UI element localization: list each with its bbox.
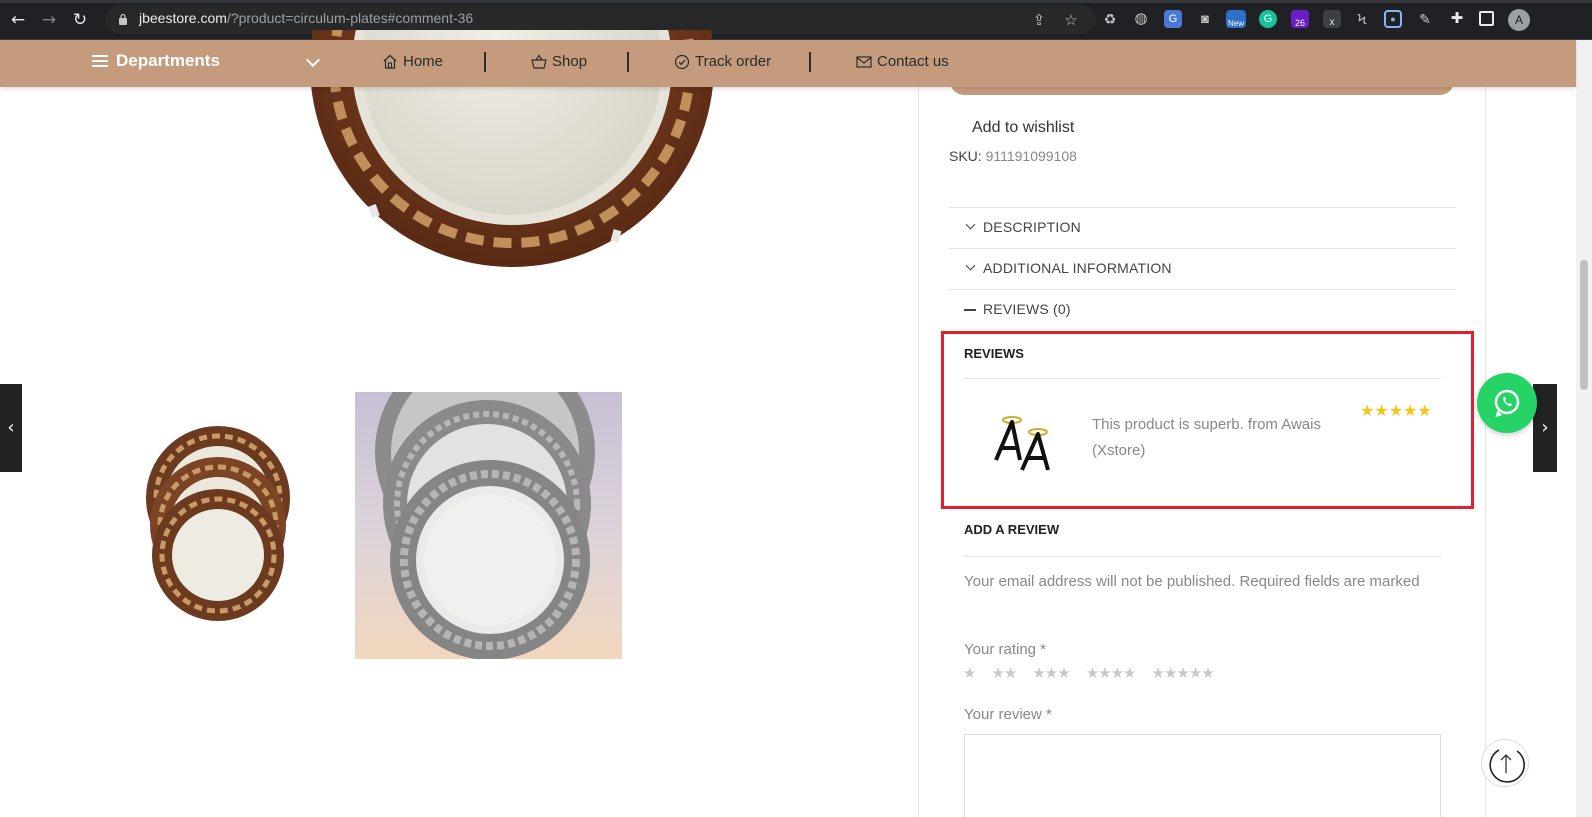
- rating-option-2[interactable]: ★★: [991, 664, 1017, 684]
- nav-home[interactable]: Home: [382, 53, 443, 70]
- nav-contact-us[interactable]: Contact us: [856, 53, 949, 70]
- chevron-down-icon: [965, 260, 976, 271]
- reviewer-avatar: [994, 416, 1050, 471]
- x-extension-icon[interactable]: x: [1323, 10, 1341, 28]
- nav-divider: [809, 52, 811, 72]
- departments-label: Departments: [116, 51, 220, 70]
- s-extension-icon[interactable]: Ϟ: [1353, 10, 1371, 28]
- chevron-down-icon: [965, 219, 976, 230]
- recycle-extension-icon[interactable]: ♻: [1101, 10, 1119, 28]
- column-divider: [918, 87, 919, 817]
- rating-option-5[interactable]: ★★★★★: [1152, 664, 1215, 684]
- sku-label: SKU:: [949, 148, 982, 164]
- scrollbar-thumb[interactable]: [1580, 260, 1588, 390]
- reload-icon[interactable]: ↻: [70, 10, 90, 30]
- profile-avatar[interactable]: A: [1508, 9, 1530, 31]
- forward-icon[interactable]: →: [39, 10, 59, 30]
- share-icon[interactable]: ⇪: [1030, 11, 1048, 29]
- lock-icon: [119, 13, 127, 25]
- add-to-wishlist-link[interactable]: Add to wishlist: [972, 119, 1074, 137]
- reviews-heading: REVIEWS: [964, 346, 1024, 361]
- tab-strip-edge: [0, 0, 1592, 3]
- page-scrollbar[interactable]: [1576, 40, 1592, 817]
- grammarly-icon[interactable]: G: [1259, 10, 1277, 28]
- stacked-plates-image: [146, 426, 290, 621]
- grey-plates-image: [375, 392, 595, 659]
- url-text: jbeestore.com/?product=circulum-plates#c…: [139, 10, 474, 26]
- review-label: Your review *: [964, 706, 1052, 723]
- tab-additional-information[interactable]: ADDITIONAL INFORMATION: [949, 248, 1456, 289]
- home-icon: [383, 54, 397, 69]
- translate-extension-icon[interactable]: G: [1164, 10, 1182, 28]
- rating-option-4[interactable]: ★★★★: [1086, 664, 1137, 684]
- back-to-top-button[interactable]: [1481, 739, 1529, 787]
- globe-extension-icon[interactable]: ◍: [1132, 10, 1150, 28]
- site-header: Departments Home Shop Track order Contac…: [0, 40, 1576, 87]
- tab-description[interactable]: DESCRIPTION: [949, 207, 1456, 248]
- minus-icon: [964, 309, 976, 311]
- check-circle-icon: [674, 54, 690, 69]
- product-thumbnail-2[interactable]: [355, 392, 622, 659]
- screen-extension-icon[interactable]: ●: [1384, 10, 1402, 28]
- basket-icon: [531, 54, 547, 69]
- divider: [964, 378, 1441, 379]
- rating-selector: ★ ★★ ★★★ ★★★★ ★★★★★: [963, 664, 1230, 684]
- departments-menu[interactable]: Departments: [92, 51, 220, 71]
- pen-extension-icon[interactable]: ✎: [1416, 10, 1434, 28]
- rating-option-1[interactable]: ★: [963, 664, 976, 684]
- nav-track-order[interactable]: Track order: [674, 53, 771, 70]
- chevron-down-icon[interactable]: [305, 52, 321, 68]
- nav-divider: [627, 52, 629, 72]
- new-extension-icon[interactable]: New: [1226, 10, 1246, 28]
- bookmark-star-icon[interactable]: ☆: [1062, 11, 1080, 29]
- whatsapp-icon: [1494, 389, 1520, 418]
- envelope-icon: [856, 55, 872, 68]
- add-review-heading: ADD A REVIEW: [964, 522, 1060, 537]
- hamburger-icon: [92, 55, 108, 67]
- arrow-up-icon: [1489, 749, 1525, 783]
- review-textarea[interactable]: [964, 734, 1441, 817]
- column-divider: [1485, 87, 1486, 817]
- back-icon[interactable]: ←: [8, 10, 28, 30]
- review-text: This product is superb. from Awais (Xsto…: [1092, 416, 1321, 459]
- browser-toolbar: ← → ↻ jbeestore.com/?product=circulum-pl…: [0, 0, 1592, 40]
- divider: [964, 556, 1441, 557]
- camera-extension-icon[interactable]: ◙: [1196, 10, 1214, 28]
- review-star-rating: ★★★★★: [1360, 401, 1432, 420]
- product-thumbnail-1[interactable]: [138, 420, 298, 625]
- puzzle-extensions-icon[interactable]: ✚: [1448, 10, 1466, 28]
- side-panel-icon[interactable]: [1479, 11, 1494, 26]
- required-fields-note: Your email address will not be published…: [964, 573, 1420, 590]
- prev-product-arrow[interactable]: ‹: [0, 384, 22, 472]
- tab-reviews[interactable]: REVIEWS (0): [949, 289, 1456, 330]
- nav-shop[interactable]: Shop: [531, 53, 587, 70]
- badge-extension-icon[interactable]: 26: [1291, 10, 1309, 28]
- rating-option-3[interactable]: ★★★: [1032, 664, 1070, 684]
- sku-line: SKU: 911191099108: [949, 148, 1077, 164]
- nav-divider: [484, 52, 486, 72]
- rating-label: Your rating *: [964, 641, 1047, 658]
- whatsapp-button[interactable]: [1477, 373, 1537, 433]
- sku-value: 911191099108: [985, 148, 1077, 164]
